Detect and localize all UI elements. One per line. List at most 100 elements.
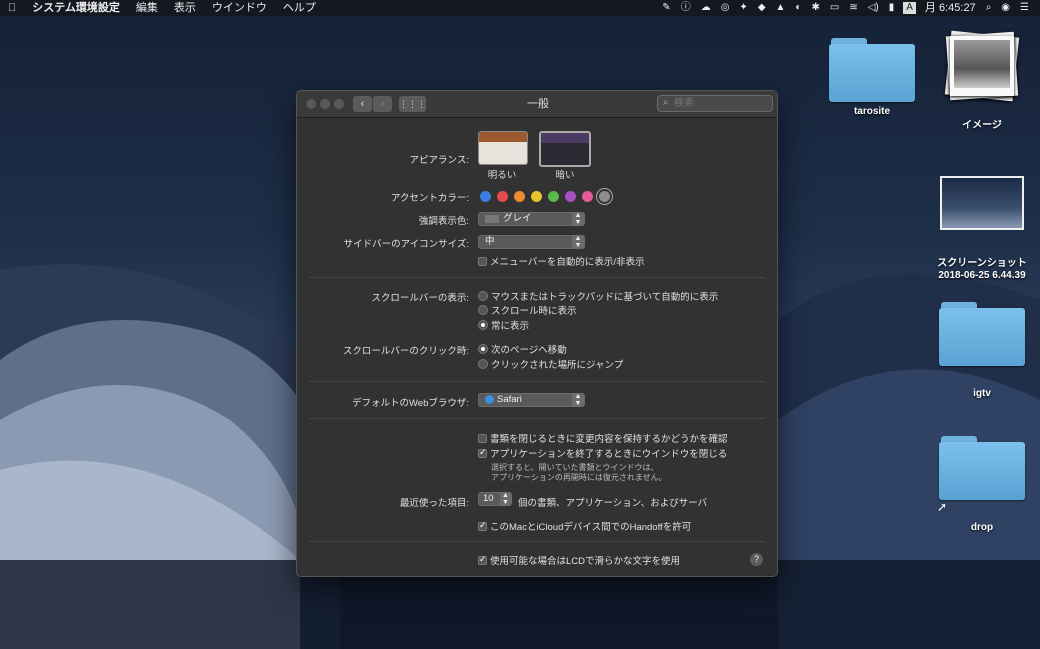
popup-arrows-icon: ▲ ▼: [572, 212, 584, 226]
desktop-file-screenshot[interactable]: スクリーンショット 2018-06-25 6.44.39: [932, 176, 1032, 282]
desktop-folder-drop[interactable]: drop: [932, 436, 1032, 534]
wifi-icon[interactable]: ≋: [844, 0, 862, 16]
scrollbar-show-option-auto[interactable]: マウスまたはトラックパッドに基づいて自動的に表示: [478, 289, 718, 303]
safari-icon: [485, 395, 494, 404]
status-icon[interactable]: ✱: [806, 0, 824, 16]
divider: [309, 381, 765, 382]
default-browser-popup[interactable]: Safari ▲ ▼: [478, 393, 585, 407]
desktop-file-image[interactable]: イメージ: [932, 30, 1032, 132]
menu-view[interactable]: 表示: [166, 0, 204, 16]
accent-color-swatch[interactable]: [582, 191, 593, 202]
help-button[interactable]: ?: [750, 553, 763, 566]
scrollbar-click-option-next-page[interactable]: 次のページへ移動: [478, 342, 567, 356]
desktop-folder-igtv[interactable]: igtv: [932, 302, 1032, 400]
checkbox-icon: [478, 554, 487, 565]
window-titlebar[interactable]: ‹ › ⋮⋮⋮ 一般 ⌕: [297, 91, 777, 118]
menubar-autohide-checkbox[interactable]: メニューバーを自動的に表示/非表示: [478, 254, 645, 268]
input-source-icon[interactable]: A: [903, 2, 916, 14]
screenshot-thumbnail-icon: [940, 176, 1024, 230]
status-icon[interactable]: ⓘ: [676, 0, 696, 16]
handoff-text: このMacとiCloudデバイス間でのHandoffを許可: [490, 522, 692, 533]
appearance-light-thumbnail[interactable]: [478, 131, 528, 165]
close-windows-text: アプリケーションを終了するときにウインドウを閉じる: [490, 449, 728, 460]
accent-color-swatch[interactable]: [565, 191, 576, 202]
search-icon: ⌕: [663, 97, 669, 108]
clock[interactable]: 月 6:45:27: [920, 0, 981, 16]
scrollbar-click-option-text: 次のページへ移動: [491, 345, 567, 356]
checkbox-icon: [478, 447, 487, 458]
appearance-dark-thumbnail[interactable]: [539, 131, 591, 167]
status-icon[interactable]: ◆: [753, 0, 771, 16]
radio-icon: [478, 291, 488, 301]
scrollbar-click-option-text: クリックされた場所にジャンプ: [491, 360, 624, 371]
status-icon[interactable]: ▲: [771, 0, 791, 16]
menu-window[interactable]: ウインドウ: [204, 0, 275, 16]
checkbox-icon: [478, 257, 487, 266]
checkbox-icon: [478, 434, 487, 443]
sidebar-icon-size-label: サイドバーのアイコンサイズ:: [343, 239, 469, 250]
menu-app-name[interactable]: システム環境設定: [24, 0, 128, 16]
scrollbar-show-option-text: スクロール時に表示: [491, 306, 577, 317]
recent-items-stepper[interactable]: 10 ▲ ▼: [478, 492, 512, 506]
default-browser-label: デフォルトのWebブラウザ:: [351, 398, 469, 409]
desktop-item-label: tarosite: [853, 106, 891, 117]
sidebar-icon-size-value: 中: [485, 236, 495, 247]
status-icon[interactable]: ◎: [716, 0, 735, 16]
sidebar-icon-size-popup[interactable]: 中 ▲ ▼: [478, 235, 585, 249]
general-preferences-window: ‹ › ⋮⋮⋮ 一般 ⌕ アピアランス: 明るい 暗い アクセントカラー: 強調…: [296, 90, 778, 577]
desktop-item-label-line1: スクリーンショット: [937, 258, 1027, 269]
appearance-dark-label: 暗い: [555, 170, 575, 181]
scrollbar-show-option-always[interactable]: 常に表示: [478, 318, 529, 332]
toggle-icon[interactable]: ◐: [790, 0, 806, 16]
accent-color-swatch[interactable]: [599, 191, 610, 202]
divider: [309, 541, 765, 542]
radio-icon: [478, 344, 488, 354]
volume-icon[interactable]: ◁): [863, 0, 884, 16]
spotlight-icon[interactable]: ⌕: [981, 0, 997, 16]
dropbox-icon[interactable]: ✦: [734, 0, 752, 16]
status-area: ✎ ⓘ ☁ ◎ ✦ ◆ ▲ ◐ ✱ ▭ ≋ ◁) ▮ A 月 6:45:27 ⌕…: [657, 0, 1034, 16]
accent-color-swatch[interactable]: [480, 191, 491, 202]
menu-bar:  システム環境設定 編集 表示 ウインドウ ヘルプ ✎ ⓘ ☁ ◎ ✦ ◆ ▲…: [0, 0, 1040, 16]
highlight-color-popup[interactable]: グレイ ▲ ▼: [478, 212, 585, 226]
search-input[interactable]: [674, 97, 768, 110]
cloud-icon[interactable]: ☁: [696, 0, 716, 16]
scrollbar-click-option-jump[interactable]: クリックされた場所にジャンプ: [478, 357, 623, 371]
menu-help[interactable]: ヘルプ: [275, 0, 324, 16]
handoff-checkbox[interactable]: このMacとiCloudデバイス間でのHandoffを許可: [478, 519, 691, 533]
desktop-item-label: スクリーンショット 2018-06-25 6.44.39: [932, 258, 1032, 282]
recent-items-label: 最近使った項目:: [399, 498, 469, 509]
scrollbar-show-label: スクロールバーの表示:: [371, 293, 469, 304]
scrollbar-show-option-text: マウスまたはトラックパッドに基づいて自動的に表示: [491, 292, 719, 303]
ask-keep-changes-checkbox[interactable]: 書類を閉じるときに変更内容を保持するかどうかを確認: [478, 431, 728, 445]
apple-menu-icon[interactable]: : [0, 0, 24, 16]
accent-color-swatch[interactable]: [548, 191, 559, 202]
appearance-label: アピアランス:: [409, 155, 469, 166]
accent-color-swatch[interactable]: [497, 191, 508, 202]
folder-icon: [939, 302, 1025, 366]
notification-center-icon[interactable]: ☰: [1015, 0, 1034, 16]
lcd-smoothing-checkbox[interactable]: 使用可能な場合はLCDで滑らかな文字を使用: [478, 553, 680, 567]
airplay-icon[interactable]: ▭: [825, 0, 844, 16]
close-windows-checkbox[interactable]: アプリケーションを終了するときにウインドウを閉じる: [478, 446, 727, 460]
close-windows-note-line2: アプリケーションの再開時には復元されません。: [491, 473, 667, 482]
lcd-smoothing-text: 使用可能な場合はLCDで滑らかな文字を使用: [490, 556, 681, 567]
menu-edit[interactable]: 編集: [128, 0, 166, 16]
alias-arrow-icon: ➚: [937, 500, 948, 514]
recent-items-suffix: 個の書類、アプリケーション、およびサーバ: [518, 498, 708, 509]
scrollbar-show-option-scrolling[interactable]: スクロール時に表示: [478, 303, 577, 317]
desktop-item-label: igtv: [973, 388, 991, 399]
scrollbar-click-label: スクロールバーのクリック時:: [342, 346, 469, 357]
accent-color-swatch[interactable]: [531, 191, 542, 202]
siri-icon[interactable]: ◉: [996, 0, 1015, 16]
checkbox-icon: [478, 520, 487, 531]
search-field[interactable]: ⌕: [657, 95, 773, 112]
highlight-color-label: 強調表示色:: [418, 216, 469, 227]
default-browser-value: Safari: [497, 394, 522, 405]
accent-color-swatch[interactable]: [514, 191, 525, 202]
desktop-folder-tarosite[interactable]: tarosite: [822, 38, 922, 118]
photo-stack-icon: [942, 30, 1022, 106]
status-icon[interactable]: ✎: [657, 0, 675, 16]
battery-icon[interactable]: ▮: [884, 0, 900, 16]
radio-icon: [478, 305, 488, 315]
